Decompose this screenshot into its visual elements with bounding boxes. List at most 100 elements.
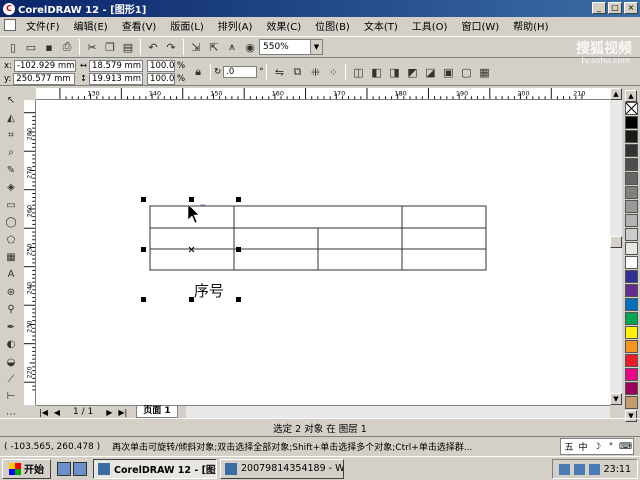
- color-swatch[interactable]: [624, 354, 638, 367]
- last-page-button[interactable]: ▶|: [115, 408, 130, 417]
- menu-arrange[interactable]: 排列(A): [218, 18, 253, 33]
- import-icon[interactable]: ⇲: [187, 38, 205, 56]
- zoom-level-dropdown[interactable]: 550% ▼: [259, 39, 323, 55]
- back-minus-front-icon[interactable]: ▢: [457, 63, 475, 81]
- ruler-corner[interactable]: [24, 88, 36, 100]
- save-icon[interactable]: ▪: [40, 38, 58, 56]
- ime-keyboard-icon[interactable]: ⌨: [619, 442, 632, 452]
- application-launcher-icon[interactable]: ⩚: [223, 38, 241, 56]
- taskbar-item-window[interactable]: 20079814354189 - Wind...: [220, 458, 344, 479]
- maximize-button[interactable]: □: [608, 2, 622, 14]
- minimize-button[interactable]: _: [592, 2, 606, 14]
- vertical-scrollbar[interactable]: ▲ ▼: [610, 88, 622, 405]
- crop-tool-icon[interactable]: ⌗: [2, 127, 20, 144]
- taskbar-item-coreldraw[interactable]: CorelDRAW 12 - [图形1]: [93, 458, 217, 479]
- scale-y-field[interactable]: 100.0: [147, 72, 176, 85]
- create-boundary-icon[interactable]: ▦: [475, 63, 493, 81]
- color-swatch[interactable]: [624, 116, 638, 129]
- color-swatch[interactable]: [624, 298, 638, 311]
- menu-text[interactable]: 文本(T): [364, 18, 398, 33]
- selection-handle[interactable]: [236, 197, 241, 202]
- no-color-swatch[interactable]: [624, 102, 638, 115]
- prev-page-button[interactable]: ◀: [51, 408, 63, 417]
- export-icon[interactable]: ⇱: [205, 38, 223, 56]
- trim-icon[interactable]: ◨: [385, 63, 403, 81]
- drawing-canvas[interactable]: ⊸ 序号: [36, 100, 610, 405]
- color-swatch[interactable]: [624, 144, 638, 157]
- palette-scroll-up-icon[interactable]: ▲: [625, 90, 637, 102]
- color-swatch[interactable]: [624, 340, 638, 353]
- scroll-down-icon[interactable]: ▼: [610, 393, 622, 405]
- y-position-field[interactable]: 250.577 mm: [13, 72, 76, 85]
- selection-handle[interactable]: [141, 297, 146, 302]
- color-swatch[interactable]: [624, 256, 638, 269]
- freehand-tool-icon[interactable]: ✎: [2, 162, 20, 179]
- corel-online-icon[interactable]: ◉: [241, 38, 259, 56]
- color-swatch[interactable]: [624, 270, 638, 283]
- selection-handle[interactable]: [141, 197, 146, 202]
- ungroup-icon[interactable]: ⁜: [306, 63, 324, 81]
- simplify-icon[interactable]: ◪: [421, 63, 439, 81]
- color-swatch[interactable]: [624, 368, 638, 381]
- color-swatch[interactable]: [624, 186, 638, 199]
- undo-icon[interactable]: ↶: [144, 38, 162, 56]
- document-icon[interactable]: [4, 19, 16, 31]
- zoom-tool-icon[interactable]: ⌕: [2, 144, 20, 161]
- new-icon[interactable]: ▯: [4, 38, 22, 56]
- ellipse-tool-icon[interactable]: ◯: [2, 214, 20, 231]
- vertical-ruler[interactable]: 280 270 260 250 240 230 220: [24, 100, 36, 405]
- ime-wubi-icon[interactable]: 五: [563, 440, 575, 453]
- color-swatch[interactable]: [624, 172, 638, 185]
- close-button[interactable]: ×: [624, 2, 638, 14]
- x-position-field[interactable]: -102.929 mm: [13, 59, 76, 72]
- basic-shapes-tool-icon[interactable]: ▦: [2, 249, 20, 266]
- scroll-thumb[interactable]: [610, 236, 622, 248]
- fill-tool-icon[interactable]: ◐: [2, 336, 20, 353]
- selection-handle[interactable]: [141, 247, 146, 252]
- polygon-tool-icon[interactable]: ⬠: [2, 231, 20, 248]
- menu-bitmaps[interactable]: 位图(B): [315, 18, 350, 33]
- text-tool-icon[interactable]: A: [2, 266, 20, 283]
- menu-view[interactable]: 查看(V): [122, 18, 157, 33]
- open-icon[interactable]: ▭: [22, 38, 40, 56]
- quick-launch-icon[interactable]: [73, 461, 87, 476]
- color-swatch[interactable]: [624, 214, 638, 227]
- front-minus-back-icon[interactable]: ▣: [439, 63, 457, 81]
- height-field[interactable]: 19.913 mm: [89, 72, 144, 85]
- ime-moon-icon[interactable]: ☽: [591, 442, 603, 452]
- next-page-button[interactable]: ▶: [103, 408, 115, 417]
- smart-fill-tool-icon[interactable]: ◈: [2, 179, 20, 196]
- eyedropper-tool-icon[interactable]: ⚲: [2, 301, 20, 318]
- redo-icon[interactable]: ↷: [162, 38, 180, 56]
- color-swatch[interactable]: [624, 312, 638, 325]
- cut-icon[interactable]: ✂: [83, 38, 101, 56]
- menu-window[interactable]: 窗口(W): [461, 18, 499, 33]
- print-icon[interactable]: ⎙: [58, 38, 76, 56]
- color-swatch[interactable]: [624, 396, 638, 409]
- page-tab-1[interactable]: 页面 1: [136, 406, 178, 418]
- tray-icon[interactable]: [558, 463, 570, 475]
- intersect-icon[interactable]: ◩: [403, 63, 421, 81]
- connector-tool-icon[interactable]: ⟋: [2, 371, 20, 388]
- interactive-fill-tool-icon[interactable]: ◒: [2, 353, 20, 370]
- ime-punctuation-icon[interactable]: °: [605, 442, 617, 452]
- color-swatch[interactable]: [624, 158, 638, 171]
- color-swatch[interactable]: [624, 326, 638, 339]
- weld-icon[interactable]: ◧: [367, 63, 385, 81]
- pick-tool-icon[interactable]: ↖: [2, 92, 20, 109]
- color-swatch[interactable]: [624, 284, 638, 297]
- horizontal-scrollbar[interactable]: [185, 406, 610, 418]
- color-swatch[interactable]: [624, 228, 638, 241]
- interactive-blend-tool-icon[interactable]: ⊛: [2, 284, 20, 301]
- width-field[interactable]: 18.579 mm: [89, 59, 144, 72]
- menu-help[interactable]: 帮助(H): [513, 18, 548, 33]
- coreldraw-app-icon[interactable]: C: [3, 2, 15, 15]
- menu-effects[interactable]: 效果(C): [266, 18, 301, 33]
- scroll-up-icon[interactable]: ▲: [610, 88, 622, 100]
- selection-handle[interactable]: [189, 197, 194, 202]
- chevron-down-icon[interactable]: ▼: [310, 40, 322, 54]
- dimension-tool-icon[interactable]: ⊢: [2, 388, 20, 405]
- outline-tool-icon[interactable]: ✒: [2, 318, 20, 335]
- volume-icon[interactable]: [588, 463, 600, 475]
- color-swatch[interactable]: [624, 130, 638, 143]
